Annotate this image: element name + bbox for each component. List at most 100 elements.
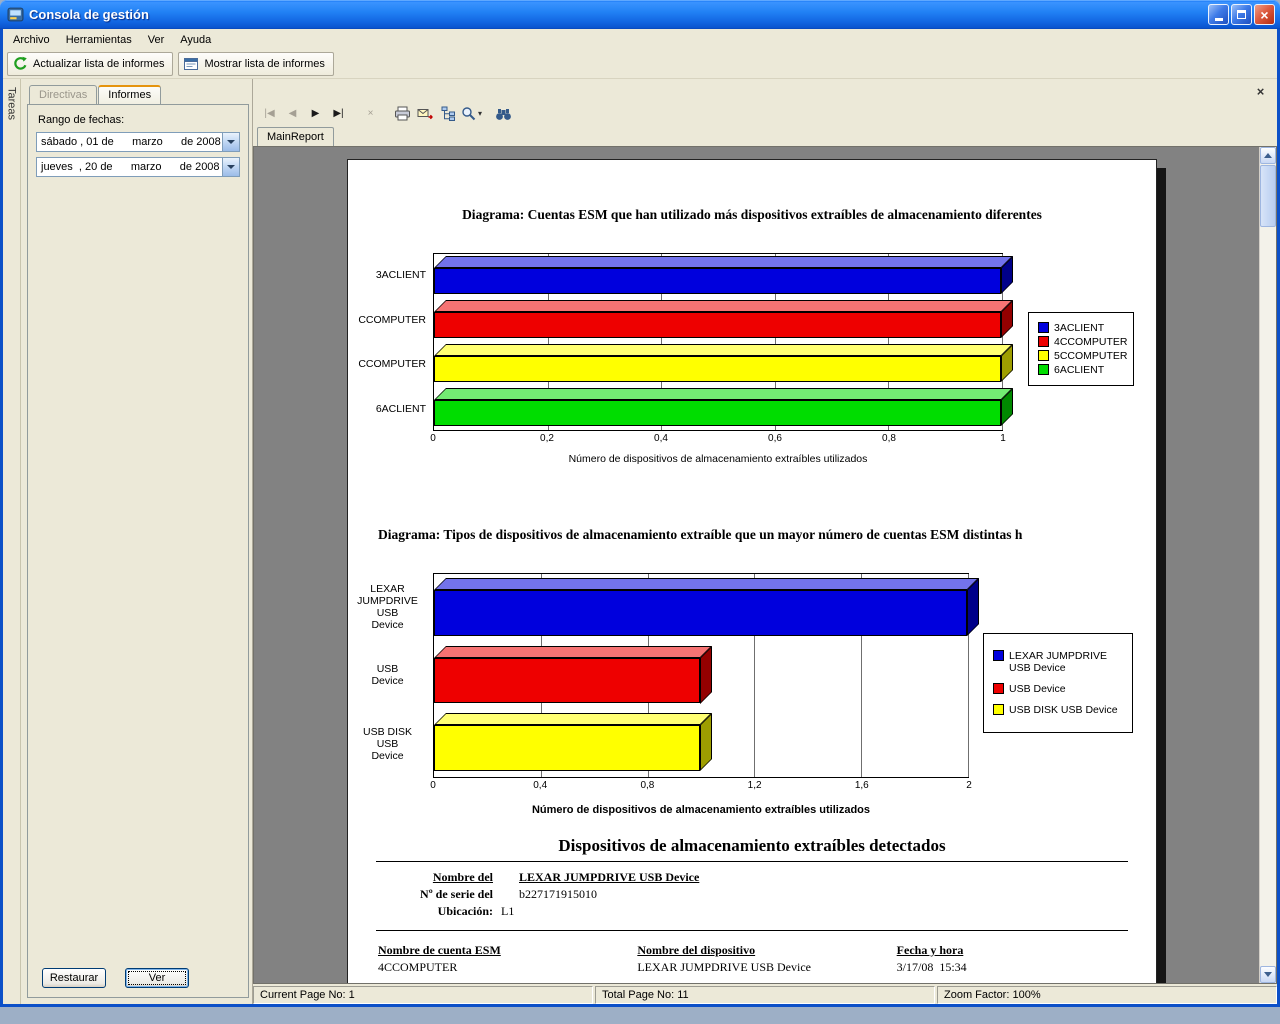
y-axis-label: CCOMPUTER [358, 313, 426, 326]
vertical-scrollbar[interactable] [1259, 147, 1276, 983]
menu-ver[interactable]: Ver [140, 31, 173, 49]
field-label: Nº de serie del [420, 887, 493, 901]
close-report-panel-button[interactable]: × [1253, 84, 1268, 99]
report-viewer-panel: × |◀ ◀ ▶ ▶| × ▾ MainReport Diagrama: Cue… [252, 79, 1277, 1004]
x-tick-label: 1,2 [747, 780, 762, 791]
sidebar: Directivas Informes Rango de fechas: sáb… [21, 79, 252, 1004]
refresh-report-list-button[interactable]: Actualizar lista de informes [7, 52, 174, 76]
group-tree-icon [441, 106, 455, 121]
minimize-button[interactable] [1208, 4, 1229, 25]
next-page-button[interactable]: ▶ [304, 103, 327, 124]
bar-face-front [434, 312, 1001, 338]
prev-page-button: ◀ [288, 108, 297, 119]
legend-swatch [1038, 350, 1049, 361]
show-report-list-button[interactable]: Mostrar lista de informes [178, 52, 334, 76]
scrollbar-thumb[interactable] [1260, 165, 1276, 227]
app-icon [7, 7, 24, 22]
restore-window-button[interactable] [1231, 4, 1252, 25]
tasks-panel-tab[interactable]: Tareas [3, 79, 21, 1004]
view-report-button[interactable]: Ver [125, 968, 189, 988]
scroll-up-button[interactable] [1260, 147, 1276, 164]
tab-mainreport[interactable]: MainReport [257, 127, 334, 146]
close-icon: × [1260, 6, 1269, 23]
close-window-button[interactable]: × [1254, 4, 1275, 25]
legend-swatch [993, 703, 1004, 715]
bar [434, 645, 712, 704]
scroll-down-button[interactable] [1260, 966, 1276, 983]
y-axis-labels: LEXAR JUMPDRIVE USB Device USB Device USB … [348, 573, 433, 778]
date-from-dropdown-button[interactable] [222, 133, 239, 151]
field-value: L1 [501, 904, 515, 918]
bar-face-front [434, 356, 1001, 382]
table-cell: 3/17/08 15:34 [896, 960, 967, 974]
legend-item: LEXAR JUMPDRIVE USB Device [993, 649, 1123, 674]
legend-item: 5CCOMPUTER [1038, 350, 1128, 362]
minimize-icon [1214, 18, 1223, 21]
refresh-report-list-label: Actualizar lista de informes [33, 58, 165, 70]
show-report-list-label: Mostrar lista de informes [204, 58, 325, 70]
status-current-page: Current Page No: 1 [253, 986, 593, 1004]
y-axis-label: CCOMPUTER [358, 358, 426, 371]
legend-label: 3ACLIENT [1054, 322, 1105, 334]
legend-item: USB Device [993, 682, 1123, 695]
sidebar-buttons: Restaurar Ver [36, 968, 240, 991]
chart-legend: 3ACLIENT 4CCOMPUTER 5CCOMPUTER 6ACLIENT [1028, 312, 1134, 386]
bar [434, 713, 712, 772]
tab-informes[interactable]: Informes [98, 85, 162, 104]
field-label: Nombre del [432, 870, 493, 884]
menu-archivo[interactable]: Archivo [5, 31, 58, 49]
menu-ayuda[interactable]: Ayuda [172, 31, 219, 49]
sidebar-tabs: Directivas Informes [29, 85, 249, 104]
chevron-down-icon [227, 165, 235, 173]
scrollbar-track[interactable] [1260, 228, 1276, 966]
window-title: Consola de gestión [29, 7, 149, 22]
date-to-picker[interactable]: jueves , 20 de marzo de 2008 [36, 157, 240, 177]
print-button[interactable] [391, 103, 414, 124]
bar-face-side [700, 713, 712, 772]
chevron-down-icon [227, 140, 235, 148]
bar-face-top [434, 300, 1013, 312]
group-tree-toggle-button[interactable] [437, 103, 460, 124]
divider [376, 861, 1128, 862]
bar-face-side [967, 578, 979, 636]
bar-face-front [434, 400, 1001, 426]
menubar: Archivo Herramientas Ver Ayuda [3, 29, 1277, 50]
x-axis-title: Número de dispositivos de almacenamiento… [568, 453, 868, 465]
bar [434, 578, 979, 636]
search-button[interactable] [492, 103, 515, 124]
date-from-picker[interactable]: sábado , 01 de marzo de 2008 [36, 132, 240, 152]
legend-swatch [993, 649, 1004, 661]
bar-row [434, 574, 979, 642]
last-page-button[interactable]: ▶| [327, 103, 350, 124]
field-value: b227171915010 [519, 887, 597, 901]
chevron-down-icon[interactable]: ▾ [478, 109, 482, 118]
report-toolbar: |◀ ◀ ▶ ▶| × ▾ [253, 100, 1277, 127]
bar-row [434, 709, 968, 777]
restore-button[interactable]: Restaurar [42, 968, 106, 988]
bar [434, 388, 1013, 426]
plot-area [433, 573, 979, 778]
date-to-dropdown-button[interactable] [222, 158, 239, 176]
magnifier-icon [462, 107, 476, 121]
first-page-button: |◀ [264, 108, 275, 119]
export-button[interactable] [414, 103, 437, 124]
divider [376, 930, 1128, 931]
y-axis-label: 6ACLIENT [375, 402, 426, 415]
menu-herramientas[interactable]: Herramientas [58, 31, 140, 49]
legend-swatch [993, 682, 1004, 694]
x-tick-label: 0 [430, 780, 436, 791]
legend-label: USB Device [1009, 682, 1066, 695]
bar-face-top [434, 578, 979, 590]
legend-swatch [1038, 336, 1049, 347]
zoom-button[interactable]: ▾ [460, 103, 483, 124]
refresh-icon [14, 56, 27, 70]
app-window: Consola de gestión × Archivo Herramienta… [0, 0, 1280, 1007]
titlebar[interactable]: Consola de gestión × [0, 0, 1280, 29]
date-range-label: Rango de fechas: [38, 114, 125, 126]
main-toolbar: Actualizar lista de informes Mostrar lis… [3, 50, 1277, 79]
bar-row [434, 254, 1013, 298]
bar-face-top [434, 256, 1013, 268]
bar [434, 256, 1013, 294]
bar-face-top [434, 713, 712, 726]
x-axis-ticks: 0 0,2 0,4 0,6 0,8 1 [430, 431, 1006, 445]
